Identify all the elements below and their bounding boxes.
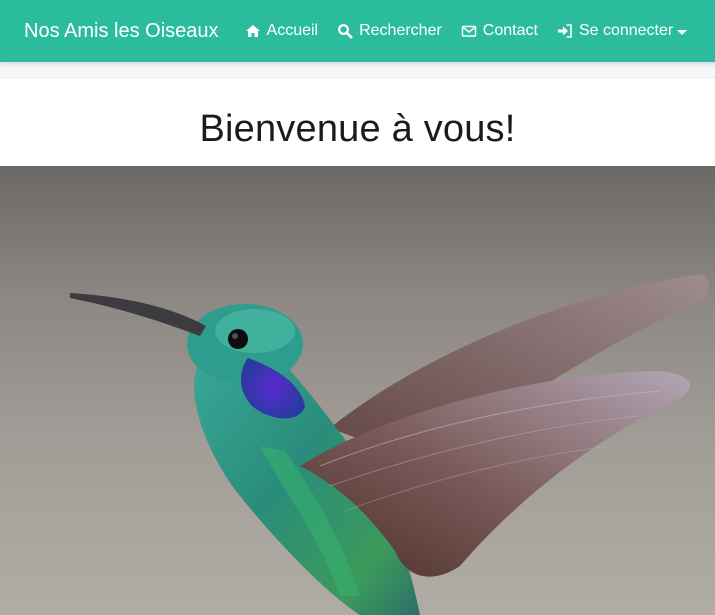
sign-in-icon <box>557 23 573 39</box>
nav-accueil[interactable]: Accueil <box>245 22 319 40</box>
envelope-icon <box>461 23 477 39</box>
nav-login-dropdown[interactable]: Se connecter <box>557 22 688 40</box>
hero-image <box>0 166 715 615</box>
nav-login-label: Se connecter <box>578 22 674 39</box>
nav-rechercher-label: Rechercher <box>359 22 442 39</box>
nav-rechercher[interactable]: Rechercher <box>337 22 442 40</box>
nav-contact[interactable]: Contact <box>461 22 538 40</box>
hummingbird-illustration <box>70 274 709 615</box>
nav-accueil-label: Accueil <box>266 22 319 39</box>
secondary-bar <box>0 62 715 78</box>
home-icon <box>245 23 261 39</box>
nav-contact-label: Contact <box>482 22 538 39</box>
brand-link[interactable]: Nos Amis les Oiseaux <box>24 20 219 43</box>
caret-down-icon <box>677 29 688 35</box>
search-icon <box>337 23 353 39</box>
nav-menu: Accueil Rechercher Contact Se connecter <box>245 22 707 40</box>
page-title: Bienvenue à vous! <box>199 108 516 150</box>
navbar: Nos Amis les Oiseaux Accueil Rechercher … <box>0 0 715 62</box>
